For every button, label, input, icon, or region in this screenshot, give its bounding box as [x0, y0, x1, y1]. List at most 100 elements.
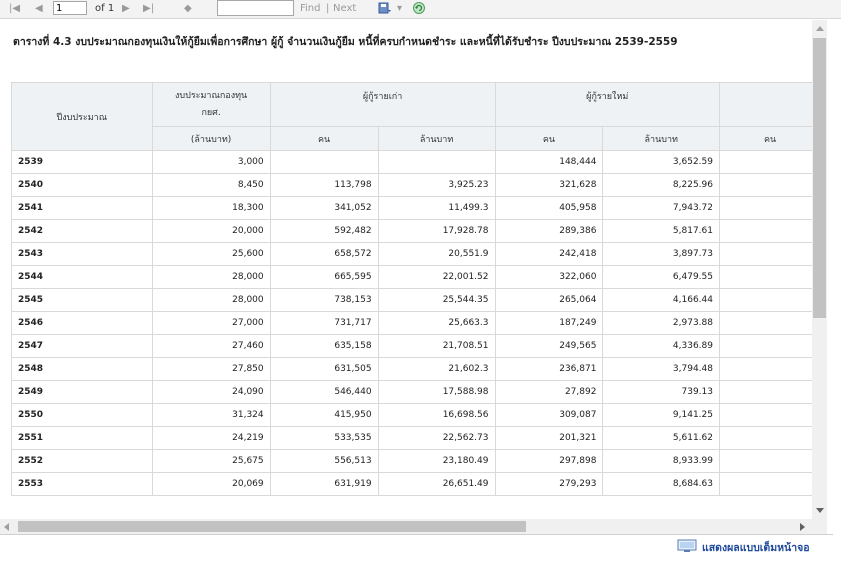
cell-year: 2549 [11, 380, 153, 404]
page-count: of 1 [95, 3, 115, 14]
last-page-icon[interactable]: ▶| [143, 2, 154, 16]
cell-next-persons: 1, [719, 288, 827, 312]
report-viewport: ตารางที่ 4.3 งบประมาณกองทุนเงินให้กู้ยืม… [0, 20, 827, 520]
cell-new-persons: 187,249 [494, 311, 604, 335]
cell-old-persons: 631,919 [269, 472, 379, 496]
cell-old-amount: 22,001.52 [377, 265, 496, 289]
cell-new-persons: 321,628 [494, 173, 604, 197]
cell-old-amount: 22,562.73 [377, 426, 496, 450]
cell-old-persons: 113,798 [269, 173, 379, 197]
first-page-icon[interactable]: |◀ [9, 2, 20, 16]
cell-new-persons: 236,871 [494, 357, 604, 381]
cell-old-amount: 25,663.3 [377, 311, 496, 335]
scroll-up-icon[interactable] [816, 26, 824, 31]
horizontal-scrollbar[interactable] [0, 519, 812, 534]
header-next-persons: คน [719, 126, 827, 151]
table-row: 2542 20,000 592,482 17,928.78 289,386 5,817.6… [11, 219, 827, 243]
header-year: ปีงบประมาณ [11, 82, 153, 151]
back-to-parent-icon[interactable]: ◆ [184, 2, 192, 16]
cell-year: 2545 [11, 288, 153, 312]
cell-new-amount: 3,652.59 [602, 150, 720, 174]
cell-budget: 18,300 [151, 196, 271, 220]
cell-year: 2544 [11, 265, 153, 289]
cell-next-persons [719, 173, 827, 197]
cell-budget: 3,000 [151, 150, 271, 174]
export-dropdown-icon[interactable]: ▾ [397, 2, 402, 16]
cell-new-persons: 242,418 [494, 242, 604, 266]
data-table: ปีงบประมาณ งบประมาณกองทุน กยศ. ผู้กู้ราย… [11, 82, 827, 496]
table-row: 2543 25,600 658,572 20,551.9 242,418 3,897.73 [11, 242, 827, 266]
cell-old-persons: 738,153 [269, 288, 379, 312]
cell-new-amount: 4,336.89 [602, 334, 720, 358]
cell-year: 2550 [11, 403, 153, 427]
vertical-scrollbar[interactable] [812, 20, 827, 520]
find-separator: | [326, 3, 330, 14]
cell-next-persons [719, 265, 827, 289]
cell-new-persons: 405,958 [494, 196, 604, 220]
cell-new-amount: 9,141.25 [602, 403, 720, 427]
table-row: 2545 28,000 738,153 25,544.35 265,064 4,166.4… [11, 288, 827, 312]
table-row: 2550 31,324 415,950 16,698.56 309,087 9,141.2… [11, 403, 827, 427]
header-new-amount: ล้านบาท [602, 126, 720, 151]
cell-next-persons [719, 449, 827, 473]
cell-new-amount: 3,794.48 [602, 357, 720, 381]
header-budget-unit: (ล้านบาท) [151, 126, 271, 151]
cell-budget: 28,000 [151, 288, 271, 312]
cell-old-amount: 20,551.9 [377, 242, 496, 266]
table-row: 2539 3,000 148,444 3,652.59 [11, 150, 827, 174]
cell-old-persons: 592,482 [269, 219, 379, 243]
table-row: 2551 24,219 533,535 22,562.73 201,321 5,611.6… [11, 426, 827, 450]
cell-budget: 27,000 [151, 311, 271, 335]
scroll-down-icon[interactable] [816, 508, 824, 513]
cell-next-persons [719, 334, 827, 358]
cell-next-persons [719, 403, 827, 427]
cell-next-persons [719, 242, 827, 266]
cell-next-persons [719, 472, 827, 496]
find-link[interactable]: Find [300, 2, 321, 16]
cell-old-persons: 415,950 [269, 403, 379, 427]
cell-new-persons: 265,064 [494, 288, 604, 312]
page-number-input[interactable] [53, 1, 87, 15]
report-title: ตารางที่ 4.3 งบประมาณกองทุนเงินให้กู้ยืม… [13, 36, 678, 48]
cell-new-amount: 5,611.62 [602, 426, 720, 450]
cell-year: 2542 [11, 219, 153, 243]
export-icon[interactable] [378, 1, 392, 15]
scroll-right-icon[interactable] [800, 523, 805, 531]
cell-old-persons: 635,158 [269, 334, 379, 358]
cell-year: 2539 [11, 150, 153, 174]
cell-old-amount: 16,698.56 [377, 403, 496, 427]
find-next-link[interactable]: Next [333, 2, 356, 16]
refresh-icon[interactable] [412, 1, 426, 15]
cell-old-persons: 665,595 [269, 265, 379, 289]
cell-new-persons: 148,444 [494, 150, 604, 174]
cell-budget: 20,000 [151, 219, 271, 243]
cell-next-persons [719, 380, 827, 404]
cell-new-amount: 8,225.96 [602, 173, 720, 197]
cell-old-persons [269, 150, 379, 174]
previous-page-icon[interactable]: ◀ [35, 2, 43, 16]
cell-budget: 20,069 [151, 472, 271, 496]
cell-budget: 25,600 [151, 242, 271, 266]
vertical-scroll-thumb[interactable] [813, 38, 826, 318]
report-toolbar: |◀ ◀ of 1 ▶ ▶| ◆ Find | Next ▾ [0, 0, 841, 19]
cell-year: 2540 [11, 173, 153, 197]
table-row: 2544 28,000 665,595 22,001.52 322,060 6,479.5… [11, 265, 827, 289]
cell-old-persons: 341,052 [269, 196, 379, 220]
cell-old-amount: 21,602.3 [377, 357, 496, 381]
cell-new-persons: 309,087 [494, 403, 604, 427]
table-row: 2548 27,850 631,505 21,602.3 236,871 3,794.48 [11, 357, 827, 381]
cell-new-amount: 8,933.99 [602, 449, 720, 473]
cell-old-amount: 25,544.35 [377, 288, 496, 312]
scroll-left-icon[interactable] [4, 523, 9, 531]
next-page-icon[interactable]: ▶ [122, 2, 130, 16]
cell-next-persons [719, 357, 827, 381]
cell-old-amount: 21,708.51 [377, 334, 496, 358]
horizontal-scroll-thumb[interactable] [18, 521, 526, 532]
cell-budget: 24,090 [151, 380, 271, 404]
cell-year: 2543 [11, 242, 153, 266]
cell-old-persons: 731,717 [269, 311, 379, 335]
header-old-borrowers: ผู้กู้รายเก่า [269, 82, 496, 127]
find-input[interactable] [217, 0, 294, 16]
cell-old-persons: 658,572 [269, 242, 379, 266]
header-budget: งบประมาณกองทุน กยศ. [151, 82, 271, 127]
